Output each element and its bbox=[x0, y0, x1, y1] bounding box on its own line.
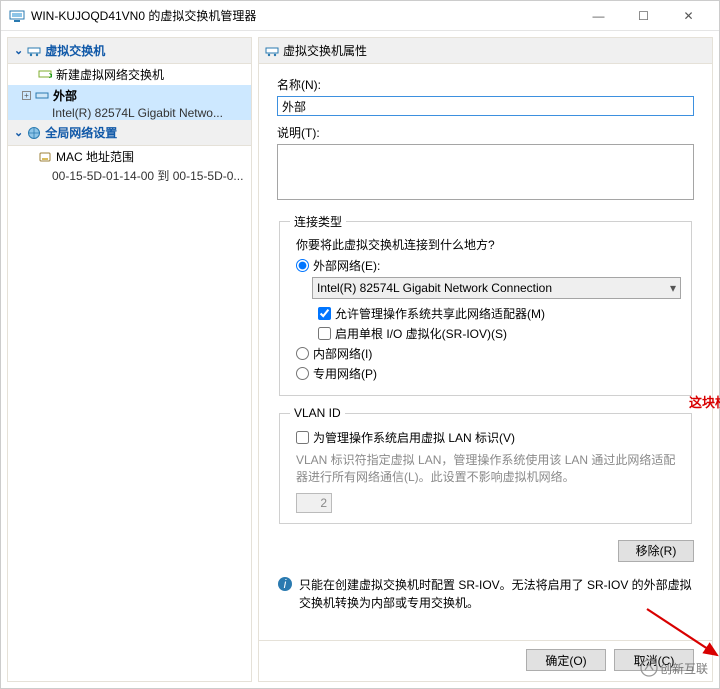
global-category-icon bbox=[27, 126, 41, 140]
content-area: ⌄ 虚拟交换机 ✶ 新建虚拟网络交换机 + 外部 Intel(R) 82574L… bbox=[1, 31, 719, 688]
app-icon bbox=[9, 8, 25, 24]
description-label: 说明(T): bbox=[277, 124, 694, 141]
nic-select[interactable]: Intel(R) 82574L Gigabit Network Connecti… bbox=[312, 277, 681, 299]
name-label: 名称(N): bbox=[277, 76, 694, 93]
tree-item-external[interactable]: + 外部 bbox=[8, 85, 251, 106]
close-button[interactable]: ✕ bbox=[666, 1, 711, 30]
vswitch-category-icon bbox=[27, 44, 41, 58]
watermark-logo: 创新互联 bbox=[640, 659, 708, 677]
connection-prompt: 你要将此虚拟交换机连接到什么地方? bbox=[296, 236, 681, 253]
tree-item-mac-range[interactable]: MAC 地址范围 bbox=[8, 146, 251, 167]
radio-private-input[interactable] bbox=[296, 367, 309, 380]
tree-category-global[interactable]: ⌄ 全局网络设置 bbox=[8, 120, 251, 146]
tree-item-new-vswitch[interactable]: ✶ 新建虚拟网络交换机 bbox=[8, 64, 251, 85]
info-note: i 只能在创建虚拟交换机时配置 SR-IOV。无法将启用了 SR-IOV 的外部… bbox=[277, 576, 694, 612]
info-icon: i bbox=[277, 576, 293, 592]
ok-button[interactable]: 确定(O) bbox=[526, 649, 606, 671]
radio-private[interactable]: 专用网络(P) bbox=[296, 365, 681, 382]
vlan-group: VLAN ID 为管理操作系统启用虚拟 LAN 标识(V) VLAN 标识符指定… bbox=[279, 406, 692, 524]
svg-text:i: i bbox=[284, 577, 287, 591]
vlan-description: VLAN 标识符指定虚拟 LAN，管理操作系统使用该 LAN 通过此网络适配器进… bbox=[296, 452, 681, 487]
tree-item-external-nic[interactable]: Intel(R) 82574L Gigabit Netwo... bbox=[8, 106, 251, 120]
titlebar[interactable]: WIN-KUJOQD41VN0 的虚拟交换机管理器 — ☐ ✕ bbox=[1, 1, 719, 31]
minimize-button[interactable]: — bbox=[576, 1, 621, 30]
expand-icon[interactable]: + bbox=[22, 91, 31, 100]
connection-type-legend: 连接类型 bbox=[290, 213, 346, 230]
panel-body: 名称(N): 说明(T): 连接类型 你要将此虚拟交换机连接到什么地方? 外部网… bbox=[259, 64, 712, 640]
checkbox-share-os-input[interactable] bbox=[318, 307, 331, 320]
vlan-legend: VLAN ID bbox=[290, 406, 345, 420]
tree-item-mac-range-value[interactable]: 00-15-5D-01-14-00 到 00-15-5D-0... bbox=[8, 167, 251, 184]
connection-type-group: 连接类型 你要将此虚拟交换机连接到什么地方? 外部网络(E): Intel(R)… bbox=[279, 213, 692, 396]
dialog-footer: 确定(O) 取消(C) 创新互联 bbox=[259, 640, 712, 681]
hyper-v-vswitch-manager-window: WIN-KUJOQD41VN0 的虚拟交换机管理器 — ☐ ✕ ⌄ 虚拟交换机 … bbox=[0, 0, 720, 689]
vswitch-properties-icon bbox=[265, 44, 279, 58]
radio-internal[interactable]: 内部网络(I) bbox=[296, 345, 681, 362]
window-title: WIN-KUJOQD41VN0 的虚拟交换机管理器 bbox=[31, 7, 576, 24]
chevron-down-icon: ▾ bbox=[670, 281, 676, 295]
description-textarea[interactable] bbox=[277, 144, 694, 200]
maximize-button[interactable]: ☐ bbox=[621, 1, 666, 30]
checkbox-vlan[interactable]: 为管理操作系统启用虚拟 LAN 标识(V) bbox=[296, 429, 681, 446]
external-switch-icon bbox=[35, 89, 49, 103]
radio-external[interactable]: 外部网络(E): bbox=[296, 257, 681, 274]
tree-item-label: MAC 地址范围 bbox=[56, 148, 134, 165]
radio-external-input[interactable] bbox=[296, 259, 309, 272]
tree-item-label: 外部 bbox=[53, 87, 77, 104]
vlan-id-spinner: 2 bbox=[296, 493, 332, 513]
name-input[interactable] bbox=[277, 96, 694, 116]
remove-button[interactable]: 移除(R) bbox=[618, 540, 694, 562]
tree-item-label: 新建虚拟网络交换机 bbox=[56, 66, 164, 83]
watermark-icon bbox=[640, 659, 658, 677]
collapse-icon: ⌄ bbox=[14, 44, 23, 57]
annotation-overlay: 这块桥接的是本服务器的网卡，默认 保持不变就可以 bbox=[689, 393, 720, 432]
checkbox-sriov-input[interactable] bbox=[318, 327, 331, 340]
collapse-icon: ⌄ bbox=[14, 126, 23, 139]
mac-range-icon bbox=[38, 150, 52, 164]
svg-text:✶: ✶ bbox=[48, 69, 52, 82]
tree-category-vswitches[interactable]: ⌄ 虚拟交换机 bbox=[8, 38, 251, 64]
properties-panel: 虚拟交换机属性 名称(N): 说明(T): 连接类型 你要将此虚拟交换机连接到什… bbox=[258, 37, 713, 682]
checkbox-vlan-input[interactable] bbox=[296, 431, 309, 444]
navigation-tree: ⌄ 虚拟交换机 ✶ 新建虚拟网络交换机 + 外部 Intel(R) 82574L… bbox=[7, 37, 252, 682]
checkbox-share-os[interactable]: 允许管理操作系统共享此网络适配器(M) bbox=[318, 305, 681, 322]
checkbox-sriov[interactable]: 启用单根 I/O 虚拟化(SR-IOV)(S) bbox=[318, 325, 681, 342]
new-vswitch-icon: ✶ bbox=[38, 68, 52, 82]
panel-header: 虚拟交换机属性 bbox=[259, 38, 712, 64]
radio-internal-input[interactable] bbox=[296, 347, 309, 360]
